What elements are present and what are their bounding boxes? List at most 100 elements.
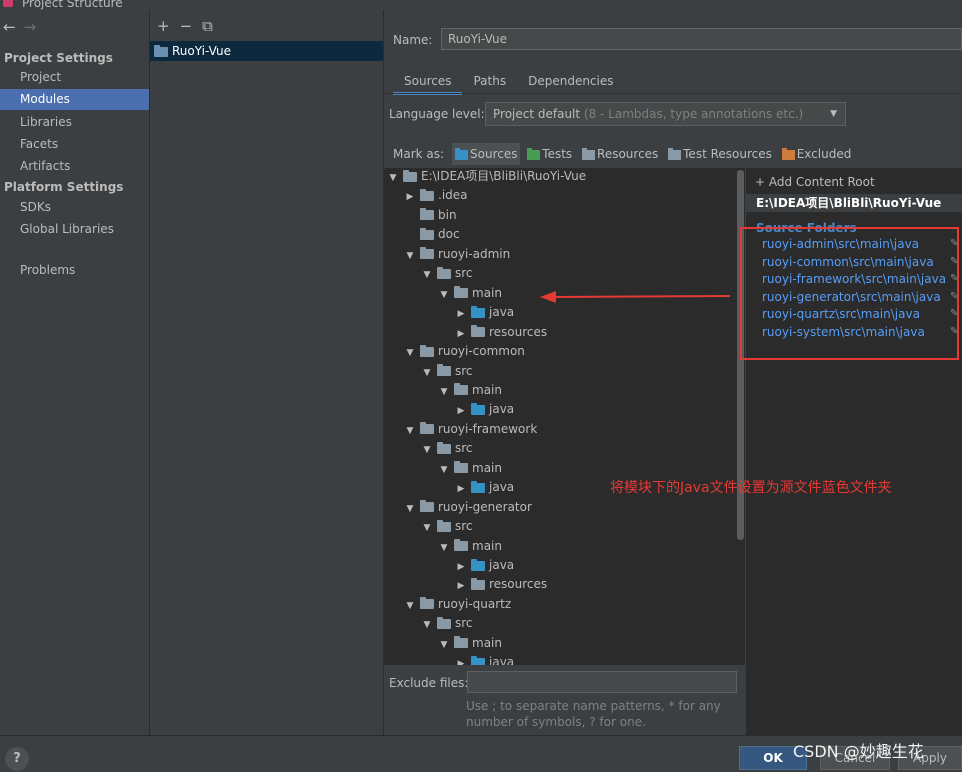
nav-item-facets[interactable]: Facets — [0, 134, 149, 155]
collapse-arrow-icon[interactable]: ▶ — [454, 305, 468, 324]
nav-item-sdks[interactable]: SDKs — [0, 197, 149, 218]
mark-excluded-button[interactable]: Excluded — [779, 143, 855, 165]
tree-node[interactable]: ▼ src — [420, 517, 473, 536]
tree-node-label: bin — [438, 207, 457, 222]
arrow-left-icon[interactable]: ← — [3, 18, 16, 36]
expand-arrow-icon[interactable]: ▼ — [420, 266, 434, 285]
collapse-arrow-icon[interactable]: ▶ — [454, 325, 468, 344]
resources-folder-icon — [582, 147, 596, 160]
tree-node[interactable]: ▶ java — [454, 653, 514, 665]
expand-arrow-icon[interactable]: ▼ — [420, 364, 434, 383]
folder-icon — [403, 169, 417, 182]
tab-sources[interactable]: Sources — [393, 70, 463, 95]
tree-node-label: main — [472, 635, 502, 650]
tree-node[interactable]: ▼ main — [437, 634, 502, 653]
tree-node[interactable]: ▼ src — [420, 362, 473, 381]
tree-node[interactable]: ▶ .idea — [403, 186, 468, 205]
expand-arrow-icon[interactable]: ▼ — [437, 383, 451, 402]
nav-item-global-libraries[interactable]: Global Libraries — [0, 219, 149, 240]
mark-sources-label: Sources — [470, 147, 518, 161]
tree-node[interactable]: ▶ resources — [454, 575, 548, 596]
mark-resources-button[interactable]: Resources — [579, 143, 661, 165]
tree-node-label: ruoyi-generator — [438, 499, 532, 514]
tree-node[interactable]: ▶ java — [454, 478, 515, 499]
source-folder-icon — [471, 480, 485, 493]
exclude-files-hint: Use ; to separate name patterns, * for a… — [466, 699, 721, 729]
mark-test-resources-button[interactable]: Test Resources — [665, 143, 775, 165]
collapse-arrow-icon[interactable]: ▶ — [454, 558, 468, 577]
add-content-root-button[interactable]: + Add Content Root — [755, 175, 875, 189]
collapse-arrow-icon[interactable]: ▶ — [454, 402, 468, 421]
expand-arrow-icon[interactable]: ▼ — [420, 616, 434, 635]
add-icon[interactable]: + — [157, 17, 170, 35]
collapse-arrow-icon[interactable]: ▶ — [454, 480, 468, 499]
collapse-arrow-icon[interactable]: ▶ — [454, 655, 468, 665]
expand-arrow-icon[interactable]: ▼ — [437, 461, 451, 480]
tree-node[interactable]: bin — [403, 206, 457, 225]
tree-node[interactable]: doc — [403, 225, 460, 244]
tree-node[interactable]: ▼ src — [420, 439, 473, 458]
remove-icon[interactable]: − — [180, 17, 193, 35]
annotation-text: 将模块下的Java文件设置为源文件蓝色文件夹 — [610, 480, 892, 496]
module-name-field[interactable]: RuoYi-Vue — [441, 28, 962, 50]
nav-item-artifacts[interactable]: Artifacts — [0, 156, 149, 177]
module-item-ruoyi-vue[interactable]: RuoYi-Vue — [150, 41, 383, 61]
expand-arrow-icon[interactable]: ▼ — [437, 636, 451, 655]
tree-node-label: src — [455, 616, 473, 631]
tree-node[interactable]: ▶ java — [454, 303, 515, 324]
mark-sources-button[interactable]: Sources — [452, 143, 521, 165]
exclude-files-input[interactable] — [467, 671, 737, 693]
tab-paths[interactable]: Paths — [462, 70, 517, 92]
mark-excluded-label: Excluded — [796, 147, 852, 161]
tree-node[interactable]: ▼ main — [437, 381, 502, 400]
expand-arrow-icon[interactable]: ▼ — [403, 247, 417, 266]
collapse-arrow-icon[interactable]: ▶ — [403, 188, 417, 207]
expand-arrow-icon[interactable]: ▼ — [403, 500, 417, 519]
tree-node[interactable]: ▼ ruoyi-generator — [403, 498, 532, 517]
tree-node[interactable]: ▼ ruoyi-common — [403, 342, 525, 361]
tree-node-label: java — [489, 305, 515, 320]
copy-icon[interactable]: ⧉ — [202, 17, 213, 35]
mark-tests-button[interactable]: Tests — [524, 143, 575, 165]
source-folder-icon — [471, 305, 485, 318]
source-folder-icon — [471, 402, 485, 415]
platform-settings-header: Platform Settings — [4, 180, 124, 194]
tree-node-label: E:\IDEA项目\BliBli\RuoYi-Vue — [421, 169, 587, 183]
folder-icon — [454, 286, 468, 299]
language-level-select[interactable]: Project default (8 - Lambdas, type annot… — [485, 102, 846, 126]
arrow-right-icon[interactable]: → — [24, 18, 37, 36]
tree-node-label: src — [455, 519, 473, 534]
tree-node[interactable]: ▼ E:\IDEA项目\BliBli\RuoYi-Vue — [386, 168, 587, 188]
nav-item-project[interactable]: Project — [0, 67, 149, 88]
tree-node[interactable]: ▶ resources — [454, 323, 548, 344]
tree-node[interactable]: ▼ ruoyi-framework — [403, 420, 538, 441]
nav-item-problems[interactable]: Problems — [0, 260, 149, 281]
tree-node-label: ruoyi-framework — [438, 421, 538, 436]
tree-node[interactable]: ▼ ruoyi-quartz — [403, 595, 512, 616]
expand-arrow-icon[interactable]: ▼ — [437, 286, 451, 305]
expand-arrow-icon[interactable]: ▼ — [420, 441, 434, 460]
expand-arrow-icon[interactable]: ▼ — [437, 539, 451, 558]
mark-tests-label: Tests — [542, 147, 573, 161]
nav-item-libraries[interactable]: Libraries — [0, 112, 149, 133]
tree-node[interactable]: ▼ main — [437, 284, 502, 303]
expand-arrow-icon[interactable]: ▼ — [403, 422, 417, 441]
help-button[interactable]: ? — [5, 747, 29, 771]
tree-node[interactable]: ▶ java — [454, 556, 515, 577]
language-level-detail: (8 - Lambdas, type annotations etc.) — [583, 107, 804, 121]
tree-node[interactable]: ▶ java — [454, 400, 515, 421]
expand-arrow-icon[interactable]: ▼ — [403, 344, 417, 363]
tree-node[interactable]: ▼ main — [437, 537, 502, 556]
tab-dependencies[interactable]: Dependencies — [517, 70, 624, 92]
tree-node[interactable]: ▼ src — [420, 614, 473, 633]
expand-arrow-icon[interactable]: ▼ — [403, 597, 417, 616]
tree-node[interactable]: ▼ main — [437, 459, 502, 478]
tree-node[interactable]: ▼ ruoyi-admin — [403, 245, 511, 266]
tree-node[interactable]: ▼ src — [420, 264, 473, 283]
expand-arrow-icon[interactable]: ▼ — [386, 169, 400, 188]
source-folder-icon — [471, 558, 485, 571]
collapse-arrow-icon[interactable]: ▶ — [454, 577, 468, 596]
module-folder-icon — [154, 44, 168, 57]
expand-arrow-icon[interactable]: ▼ — [420, 519, 434, 538]
nav-item-modules[interactable]: Modules — [0, 89, 149, 110]
